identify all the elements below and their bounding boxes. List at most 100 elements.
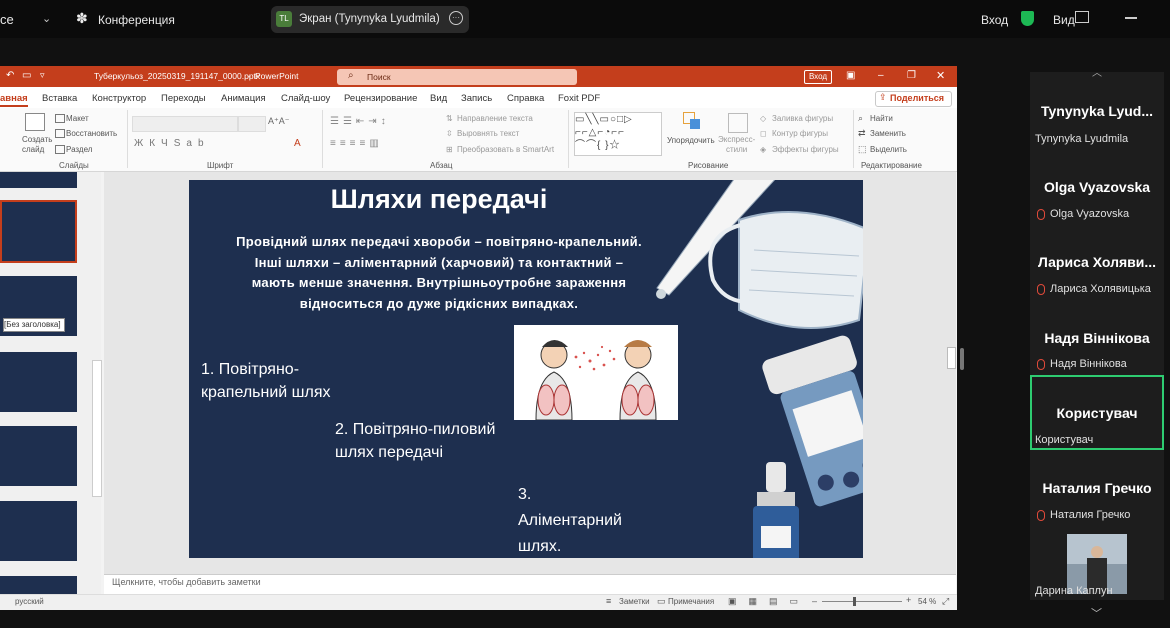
participant-tile-name[interactable]: Tynynyka Lyud... <box>1030 103 1164 119</box>
font-size-select[interactable] <box>238 116 266 132</box>
fit-slide-icon[interactable]: ⤢ <box>942 596 949 607</box>
view-button[interactable]: Вид <box>1053 13 1075 27</box>
shield-check-icon[interactable] <box>1021 11 1034 26</box>
section-icon <box>55 145 65 154</box>
slide-thumbnail-active[interactable] <box>0 200 77 263</box>
participant-tile-name[interactable]: Лариса Холяви... <box>1030 254 1164 270</box>
font-color-icon[interactable]: A <box>294 138 301 149</box>
share-button-label: Поделиться <box>890 93 945 103</box>
zoom-out-icon[interactable]: – <box>812 596 817 606</box>
section-button[interactable]: Раздел <box>66 145 92 154</box>
language-indicator[interactable]: русский <box>15 597 44 606</box>
group-editing-label: Редактирование <box>861 161 922 170</box>
current-slide[interactable]: Шляхи передачі Провідний шлях передачі х… <box>189 180 863 558</box>
qat-dropdown-icon[interactable]: ▿ <box>40 70 45 81</box>
zoom-level[interactable]: 54 % <box>918 597 936 606</box>
tab-design[interactable]: Конструктор <box>92 93 146 104</box>
slide-thumbnail[interactable] <box>0 426 77 486</box>
shape-outline-button[interactable]: Контур фигуры <box>772 129 828 138</box>
ribbon-divider <box>568 110 569 168</box>
list-buttons[interactable]: ☰☰⇤⇥↕ <box>330 116 390 127</box>
participant-tile-name[interactable]: Olga Vyazovska <box>1030 179 1164 195</box>
dropper-bottle-icon <box>753 462 799 558</box>
shape-fill-button[interactable]: Заливка фигуры <box>772 114 833 123</box>
tab-help[interactable]: Справка <box>507 93 544 104</box>
more-options-icon[interactable]: ··· <box>449 11 463 25</box>
tab-review[interactable]: Рецензирование <box>344 93 417 104</box>
restore-window-icon[interactable]: ❐ <box>907 70 916 81</box>
align-text-button[interactable]: Выровнять текст <box>457 129 519 138</box>
slide-thumbnail[interactable] <box>0 172 77 188</box>
zoom-in-icon[interactable]: + <box>906 595 911 605</box>
zoom-slider-thumb[interactable] <box>853 597 856 606</box>
slide-item-2: 2. Повітряно-пиловий шлях передачі <box>335 421 496 461</box>
chevron-down-icon[interactable]: ⌄ <box>42 12 51 25</box>
minimize-icon[interactable] <box>1125 17 1137 19</box>
undo-icon[interactable]: ↶ <box>6 70 14 81</box>
slide-title: Шляхи передачі <box>330 184 548 214</box>
ribbon-display-icon[interactable]: ▣ <box>846 70 855 81</box>
tab-record[interactable]: Запись <box>461 93 492 104</box>
slide-thumbnail[interactable] <box>0 501 77 561</box>
zoom-slider[interactable] <box>822 601 902 602</box>
slide-paragraph: Провідний шлях передачі хвороби – повітр… <box>236 234 642 311</box>
comments-toggle[interactable]: Примечания <box>668 597 714 606</box>
arrange-button[interactable]: Упорядочить <box>667 136 715 145</box>
tab-animation[interactable]: Анимация <box>221 93 266 104</box>
replace-icon: ⇄ <box>858 128 866 138</box>
slide-thumbnail[interactable] <box>0 352 77 412</box>
present-icon[interactable]: ▭ <box>22 70 31 81</box>
slide-thumbnail[interactable] <box>0 576 77 594</box>
new-slide-button[interactable]: Создать слайд <box>22 135 52 155</box>
medical-decoration <box>656 180 863 558</box>
participant-label: Дарина Каплун <box>1035 585 1113 597</box>
reset-button[interactable]: Восстановить <box>66 129 117 138</box>
tab-foxit[interactable]: Foxit PDF <box>558 93 600 104</box>
select-button[interactable]: Выделить <box>870 145 907 154</box>
group-font-label: Шрифт <box>207 161 234 170</box>
conference-menu[interactable]: Конференция <box>98 13 175 27</box>
participant-tile-name[interactable]: Наталия Гречко <box>1030 480 1164 496</box>
active-tab-underline <box>0 105 28 107</box>
thumbnail-scrollbar[interactable] <box>92 360 102 497</box>
login-button[interactable]: Вход <box>981 13 1008 27</box>
align-text-icon: ⇳ <box>446 129 453 138</box>
smartart-button[interactable]: Преобразовать в SmartArt <box>457 145 554 154</box>
close-window-icon[interactable]: ✕ <box>936 69 945 82</box>
text-direction-button[interactable]: Направление текста <box>457 114 533 123</box>
grid-view-icon[interactable] <box>1075 11 1089 23</box>
tab-home[interactable]: авная <box>0 93 28 104</box>
layout-button[interactable]: Макет <box>66 114 89 123</box>
new-slide-icon[interactable] <box>25 113 45 131</box>
align-buttons[interactable]: ≡≡≡≡▥ <box>330 138 383 149</box>
find-button[interactable]: Найти <box>870 114 893 123</box>
tab-view[interactable]: Вид <box>430 93 447 104</box>
scroll-down-icon[interactable]: ﹀ <box>1091 605 1102 621</box>
tab-insert[interactable]: Вставка <box>42 93 77 104</box>
tab-slideshow[interactable]: Слайд-шоу <box>281 93 330 104</box>
notes-toggle[interactable]: Заметки <box>619 597 650 606</box>
splitter-handle[interactable] <box>960 348 964 370</box>
signin-button[interactable]: Вход <box>804 70 832 84</box>
share-icon: ⇪ <box>879 92 887 102</box>
presenter-avatar: TL <box>276 11 292 27</box>
shape-effects-button[interactable]: Эффекты фигуры <box>772 145 839 154</box>
muted-mic-icon <box>1037 510 1045 521</box>
participant-tile-name[interactable]: Надя Віннікова <box>1030 330 1164 346</box>
tab-transitions[interactable]: Переходы <box>161 93 206 104</box>
canvas-scrollbar[interactable] <box>947 347 956 369</box>
participant-tile-name[interactable]: Користувач <box>1030 405 1164 421</box>
muted-mic-icon <box>1037 359 1045 370</box>
thumbnail-tooltip: [Без заголовка] <box>3 318 65 332</box>
slide-item-3: 3. Аліментарний шлях. <box>518 486 622 555</box>
shapes-gallery[interactable]: ▭╲╲▭○□▷ ⌐⌐△⌐◔⌐⌐ ⌒⌒{ }☆ <box>574 112 662 156</box>
view-mode-buttons[interactable]: ▣▦▤▭ <box>728 596 810 607</box>
quick-styles-button[interactable]: Экспресс- стили <box>718 135 755 155</box>
grow-font-icon[interactable]: A⁺A⁻ <box>268 116 290 127</box>
replace-button[interactable]: Заменить <box>870 129 906 138</box>
scroll-up-icon[interactable]: ︿ <box>1092 64 1102 79</box>
minimize-window-icon[interactable]: – <box>878 70 884 81</box>
font-family-select[interactable] <box>132 116 238 132</box>
app-title: PowerPoint <box>255 71 299 81</box>
font-format-buttons[interactable]: ЖКЧSab <box>134 138 210 149</box>
